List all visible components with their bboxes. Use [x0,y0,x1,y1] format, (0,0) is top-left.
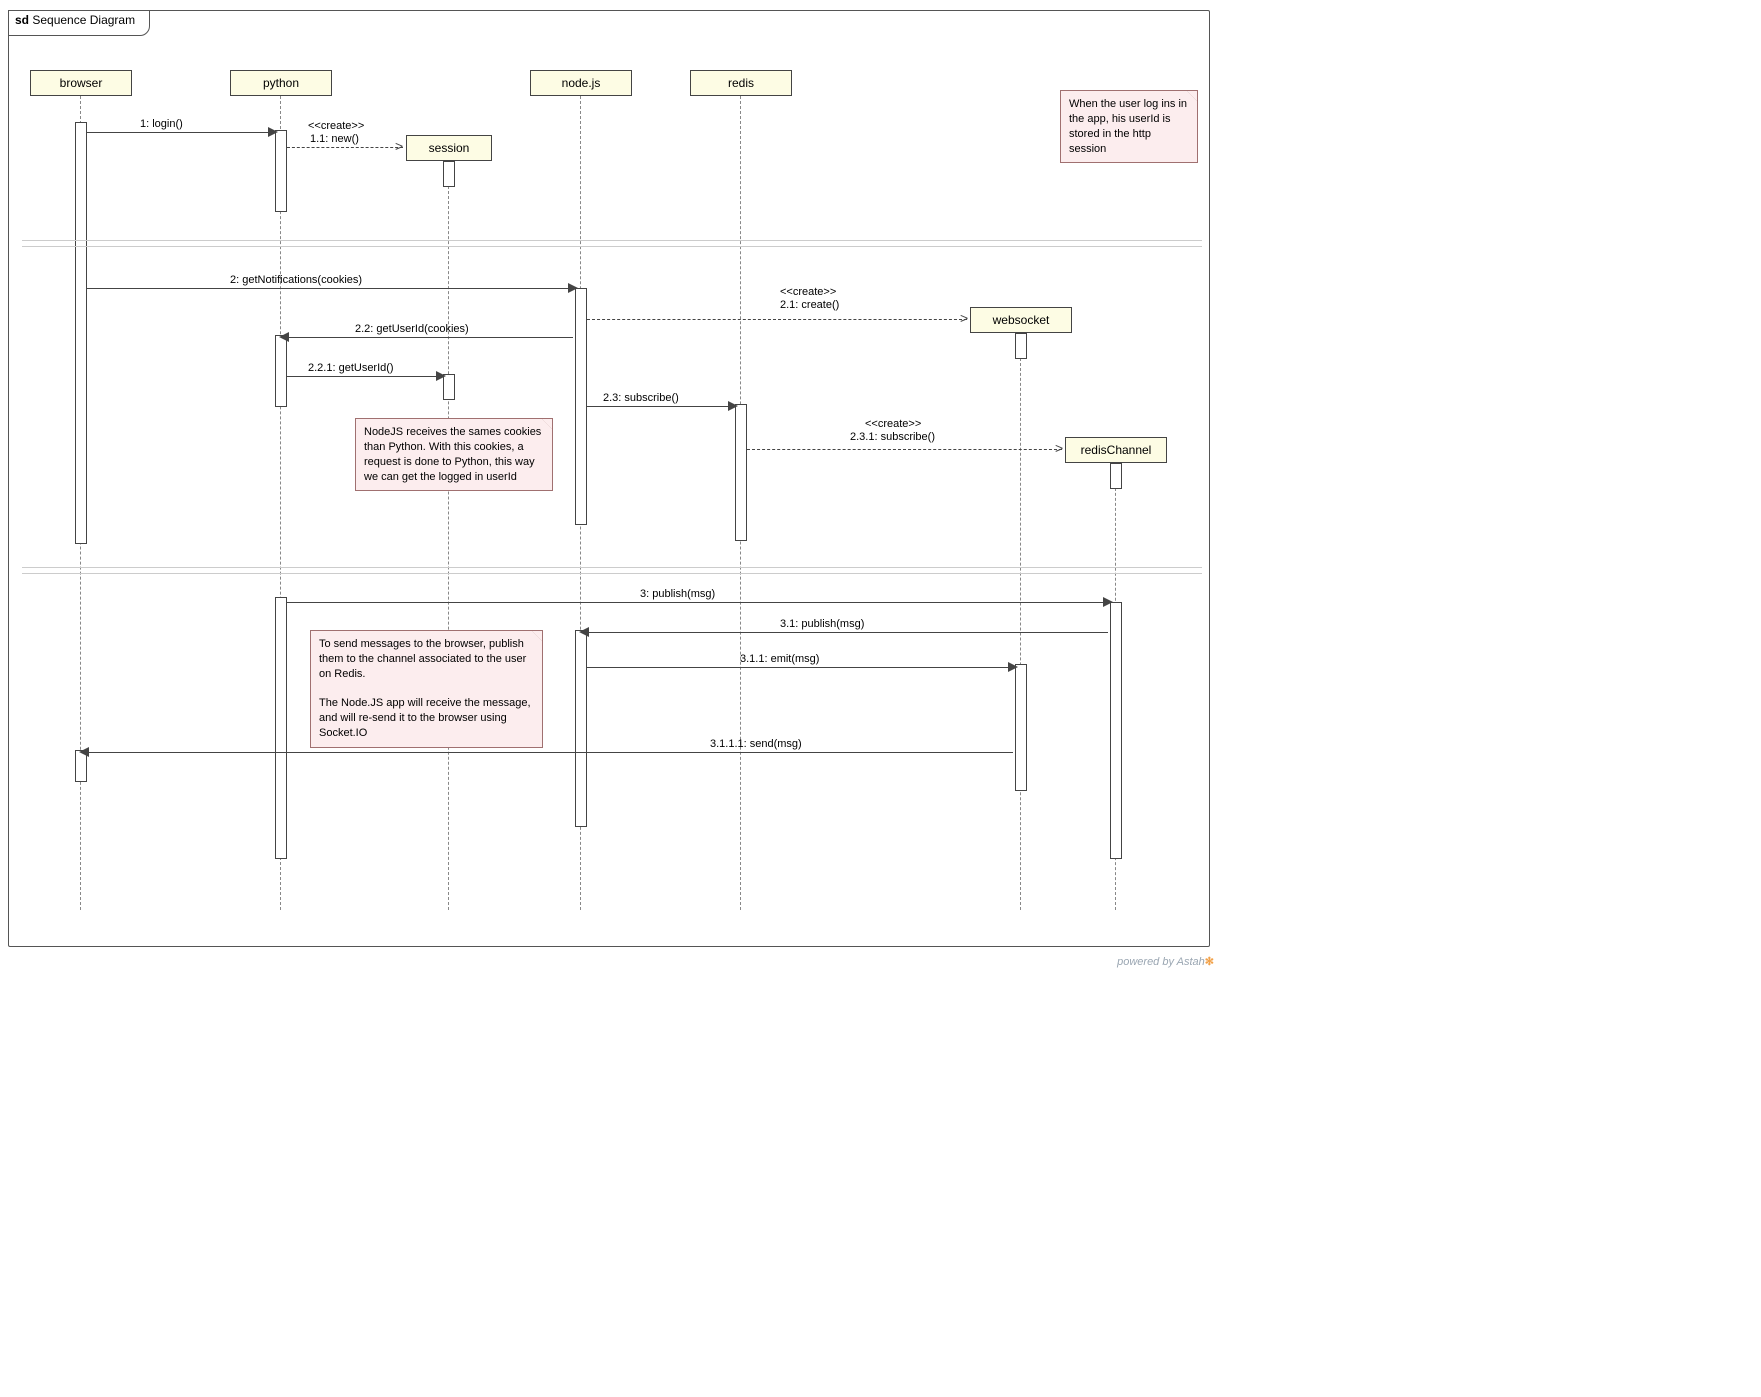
arrowhead-icon [79,747,89,757]
separator [22,573,1202,574]
msg-label: 2.3.1: subscribe() [850,431,935,443]
diagram-frame [8,10,1210,947]
msg-getuserid-cookies [287,337,573,338]
lifeline-browser: browser [30,70,132,96]
frame-title: Sequence Diagram [32,13,135,27]
msg-label: 2.2.1: getUserId() [308,362,394,374]
footer-branding: powered by Astah✻ [1117,955,1214,968]
msg-subscribe-channel [747,449,1062,450]
msg-subscribe [587,406,730,407]
arrowhead-icon [268,127,278,137]
msg-label: 2: getNotifications(cookies) [230,274,362,286]
arrowhead-icon: > [1055,443,1063,453]
stereotype-create: <<create>> [308,120,364,132]
activation [1015,664,1027,791]
msg-emit [587,667,1010,668]
msg-publish2 [587,632,1108,633]
msg-label: 1: login() [140,118,183,130]
lifeline-line-websocket [1020,333,1021,910]
msg-label: 3.1.1: emit(msg) [740,653,819,665]
msg-login [86,132,270,133]
lifeline-session: session [406,135,492,161]
arrowhead-icon [728,401,738,411]
arrowhead-icon [568,283,578,293]
arrowhead-icon: > [960,313,968,323]
lifeline-nodejs: node.js [530,70,632,96]
msg-label: 2.1: create() [780,299,839,311]
msg-getnotifications [86,288,570,289]
msg-getuserid [287,376,438,377]
activation [275,130,287,212]
msg-label: 3: publish(msg) [640,588,715,600]
msg-publish [287,602,1105,603]
activation [275,597,287,859]
separator [22,240,1202,241]
msg-send [87,752,1013,753]
msg-label: 3.1.1.1: send(msg) [710,738,802,750]
stereotype-create: <<create>> [780,286,836,298]
msg-new [287,147,403,148]
activation [1110,463,1122,489]
arrowhead-icon [436,371,446,381]
lifeline-redischannel: redisChannel [1065,437,1167,463]
diagram-frame-tab: sd Sequence Diagram [8,10,150,36]
arrowhead-icon [1008,662,1018,672]
sequence-diagram-canvas: sd Sequence Diagram browser python node.… [0,0,1220,970]
activation [75,122,87,544]
note-publish: To send messages to the browser, publish… [310,630,543,748]
msg-label: 2.2: getUserId(cookies) [355,323,469,335]
separator [22,246,1202,247]
arrowhead-icon: > [395,141,403,151]
stereotype-create: <<create>> [865,418,921,430]
activation [443,161,455,187]
arrowhead-icon [1103,597,1113,607]
arrowhead-icon [279,332,289,342]
activation [575,630,587,827]
activation [1015,333,1027,359]
activation [275,335,287,407]
msg-label: 3.1: publish(msg) [780,618,864,630]
activation [1110,602,1122,859]
activation [735,404,747,541]
lifeline-python: python [230,70,332,96]
activation [575,288,587,525]
arrowhead-icon [579,627,589,637]
lifeline-redis: redis [690,70,792,96]
separator [22,567,1202,568]
note-login: When the user log ins in the app, his us… [1060,90,1198,163]
astah-logo-icon: ✻ [1205,956,1214,968]
lifeline-line-session [448,161,449,910]
frame-prefix: sd [15,13,29,27]
msg-create-ws [587,319,967,320]
note-cookies: NodeJS receives the sames cookies than P… [355,418,553,491]
msg-label: 2.3: subscribe() [603,392,679,404]
msg-label: 1.1: new() [310,133,359,145]
lifeline-websocket: websocket [970,307,1072,333]
